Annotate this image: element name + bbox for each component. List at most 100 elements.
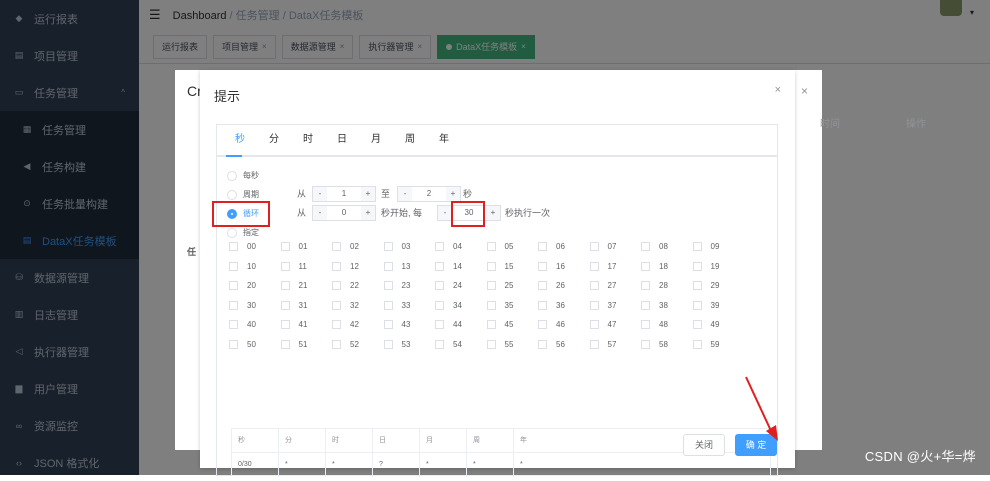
minus-icon[interactable]: - [313, 187, 327, 201]
checkbox-icon[interactable] [589, 281, 599, 290]
radio-icon[interactable] [227, 189, 237, 200]
checkbox-icon[interactable] [229, 320, 238, 329]
cron-tab[interactable]: 年 [427, 125, 461, 155]
cron-tab[interactable]: 周 [393, 125, 427, 155]
checkbox-icon[interactable] [538, 300, 547, 310]
second-checkbox[interactable]: 46 [538, 320, 578, 329]
checkbox-icon[interactable] [229, 242, 238, 251]
second-checkbox[interactable]: 55 [486, 339, 527, 349]
second-checkbox[interactable]: 29 [692, 281, 733, 290]
second-checkbox[interactable]: 51 [280, 339, 321, 349]
checkbox-icon[interactable] [435, 242, 444, 251]
second-checkbox[interactable]: 43 [383, 320, 424, 329]
second-checkbox[interactable]: 42 [332, 320, 372, 329]
checkbox-icon[interactable] [383, 281, 393, 290]
checkbox-icon[interactable] [641, 281, 650, 290]
checkbox-icon[interactable] [641, 339, 650, 349]
second-checkbox[interactable]: 54 [435, 339, 475, 349]
checkbox-icon[interactable] [486, 281, 496, 290]
second-checkbox[interactable]: 48 [641, 320, 681, 329]
checkbox-icon[interactable] [589, 261, 599, 271]
checkbox-icon[interactable] [486, 300, 496, 310]
second-checkbox[interactable]: 30 [229, 300, 269, 310]
checkbox-icon[interactable] [280, 281, 290, 290]
second-checkbox[interactable]: 06 [538, 242, 578, 251]
second-checkbox[interactable]: 23 [383, 281, 424, 290]
second-checkbox[interactable]: 32 [332, 300, 372, 310]
second-checkbox[interactable]: 07 [589, 242, 630, 251]
checkbox-icon[interactable] [229, 261, 238, 271]
second-checkbox[interactable]: 36 [538, 300, 578, 310]
checkbox-icon[interactable] [692, 300, 702, 310]
second-checkbox[interactable]: 00 [229, 242, 269, 251]
second-checkbox[interactable]: 37 [589, 300, 630, 310]
second-checkbox[interactable]: 18 [641, 261, 681, 271]
checkbox-icon[interactable] [692, 281, 702, 290]
second-checkbox[interactable]: 04 [435, 242, 475, 251]
second-checkbox[interactable]: 17 [589, 261, 630, 271]
checkbox-icon[interactable] [280, 242, 290, 251]
loop-start-stepper[interactable]: - 0 + [312, 205, 376, 221]
radio-every-second[interactable]: 每秒 [217, 168, 259, 183]
minus-icon[interactable]: - [313, 206, 327, 220]
checkbox-icon[interactable] [383, 242, 393, 251]
second-checkbox[interactable]: 19 [692, 261, 733, 271]
second-checkbox[interactable]: 28 [641, 281, 681, 290]
close-button[interactable]: 关闭 [683, 434, 725, 456]
checkbox-icon[interactable] [538, 242, 547, 251]
second-checkbox[interactable]: 44 [435, 320, 475, 329]
plus-icon[interactable]: + [486, 206, 500, 220]
radio-period[interactable]: 周期 [217, 187, 259, 202]
checkbox-icon[interactable] [383, 339, 393, 349]
second-checkbox[interactable]: 25 [486, 281, 527, 290]
cron-tab[interactable]: 日 [325, 125, 359, 155]
second-checkbox[interactable]: 53 [383, 339, 424, 349]
radio-icon[interactable] [227, 227, 237, 238]
stepper-value[interactable]: 2 [412, 187, 446, 201]
second-checkbox[interactable]: 39 [692, 300, 733, 310]
checkbox-icon[interactable] [692, 261, 702, 271]
period-from-stepper[interactable]: - 1 + [312, 186, 376, 202]
second-checkbox[interactable]: 50 [229, 339, 269, 349]
second-checkbox[interactable]: 08 [641, 242, 681, 251]
checkbox-icon[interactable] [589, 339, 599, 349]
checkbox-icon[interactable] [486, 339, 496, 349]
period-to-stepper[interactable]: - 2 + [397, 186, 461, 202]
close-icon[interactable]: × [801, 84, 808, 98]
second-checkbox[interactable]: 59 [692, 339, 733, 349]
second-checkbox[interactable]: 58 [641, 339, 681, 349]
checkbox-icon[interactable] [435, 261, 444, 271]
second-checkbox[interactable]: 24 [435, 281, 475, 290]
second-checkbox[interactable]: 05 [486, 242, 527, 251]
stepper-value[interactable]: 1 [327, 187, 361, 201]
radio-specify[interactable]: 指定 [217, 225, 259, 240]
checkbox-icon[interactable] [332, 281, 341, 290]
second-checkbox[interactable]: 56 [538, 339, 578, 349]
checkbox-icon[interactable] [538, 320, 547, 329]
second-checkbox[interactable]: 15 [486, 261, 527, 271]
checkbox-icon[interactable] [229, 339, 238, 349]
second-checkbox[interactable]: 31 [280, 300, 321, 310]
second-checkbox[interactable]: 21 [280, 281, 321, 290]
plus-icon[interactable]: + [446, 187, 460, 201]
second-checkbox[interactable]: 16 [538, 261, 578, 271]
second-checkbox[interactable]: 33 [383, 300, 424, 310]
cron-tab[interactable]: 时 [291, 125, 325, 155]
second-checkbox[interactable]: 11 [280, 261, 321, 271]
second-checkbox[interactable]: 34 [435, 300, 475, 310]
checkbox-icon[interactable] [641, 261, 650, 271]
checkbox-icon[interactable] [538, 339, 547, 349]
second-checkbox[interactable]: 35 [486, 300, 527, 310]
checkbox-icon[interactable] [589, 320, 599, 329]
second-checkbox[interactable]: 38 [641, 300, 681, 310]
minus-icon[interactable]: - [438, 206, 452, 220]
checkbox-icon[interactable] [435, 320, 444, 329]
second-checkbox[interactable]: 49 [692, 320, 733, 329]
second-checkbox[interactable]: 13 [383, 261, 424, 271]
checkbox-icon[interactable] [280, 320, 290, 329]
second-checkbox[interactable]: 01 [280, 242, 321, 251]
checkbox-icon[interactable] [280, 339, 290, 349]
checkbox-icon[interactable] [383, 320, 393, 329]
checkbox-icon[interactable] [435, 300, 444, 310]
checkbox-icon[interactable] [383, 261, 393, 271]
